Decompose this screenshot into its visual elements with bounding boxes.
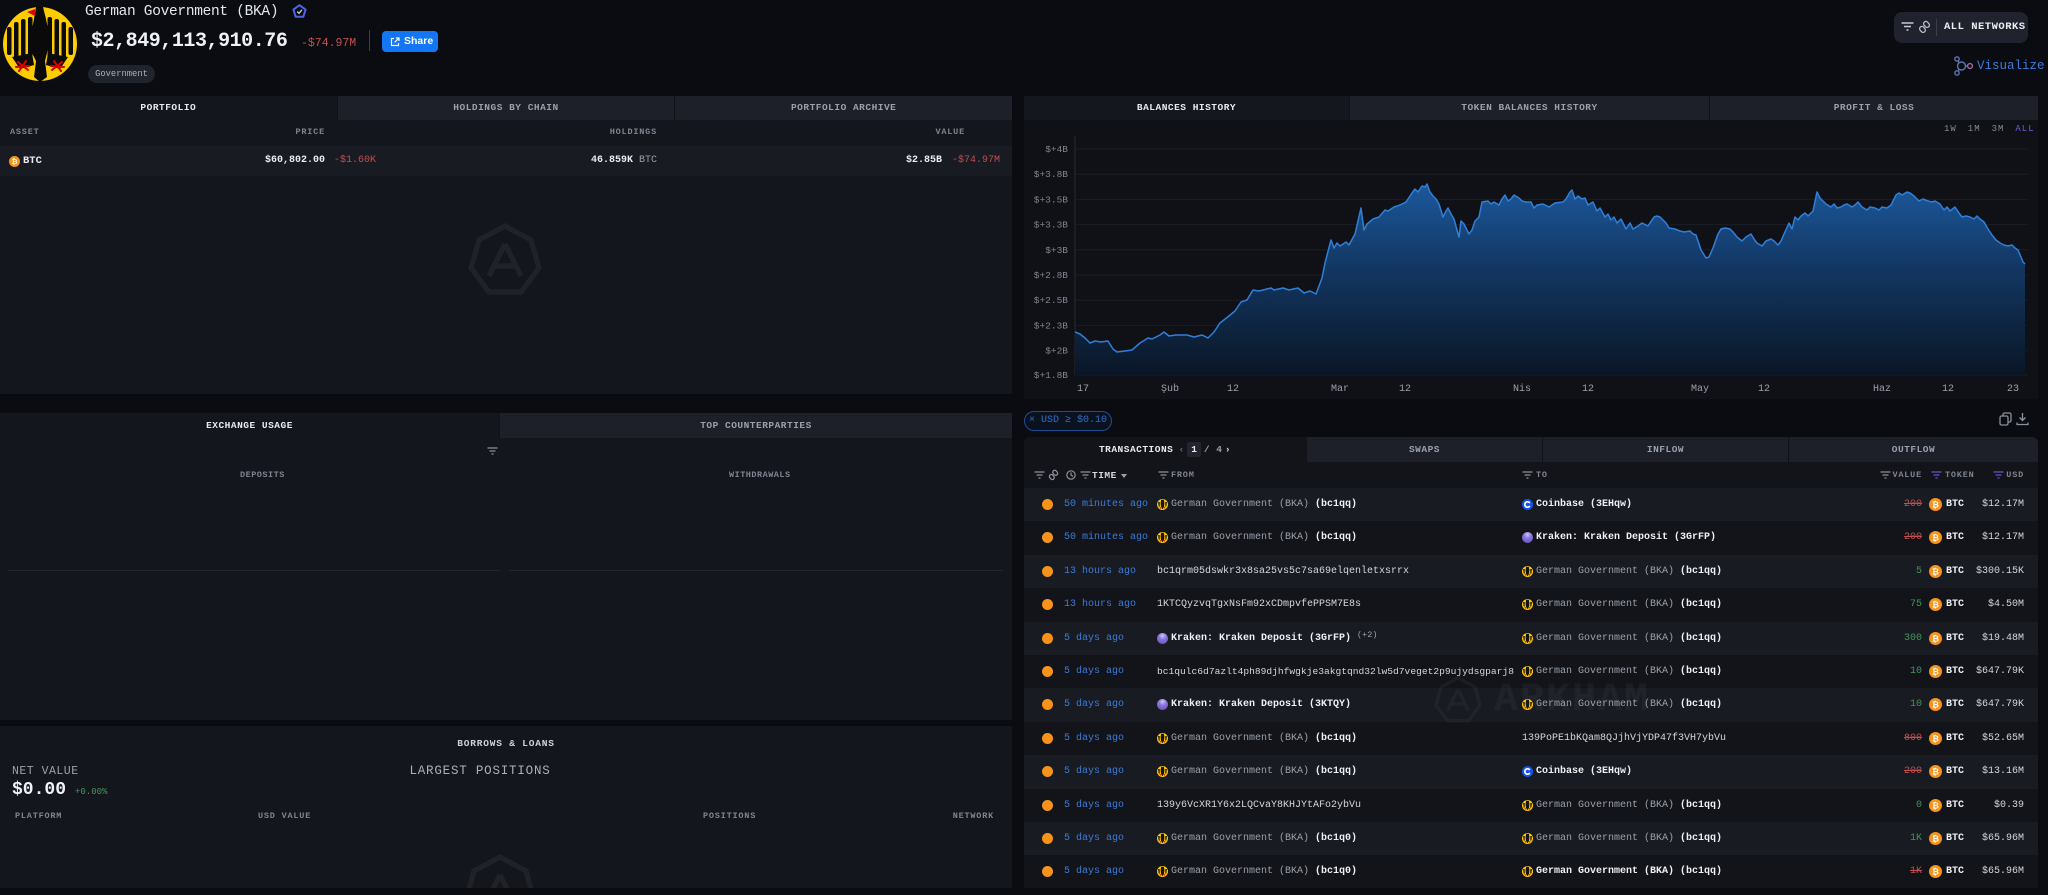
svg-text:17: 17 xyxy=(1077,384,1089,395)
svg-text:$+4B: $+4B xyxy=(1045,144,1068,155)
svg-text:12: 12 xyxy=(1582,384,1594,395)
svg-text:Şub: Şub xyxy=(1161,383,1179,395)
svg-text:$+1.8B: $+1.8B xyxy=(1034,370,1069,381)
svg-text:$+3.3B: $+3.3B xyxy=(1034,220,1069,231)
svg-text:12: 12 xyxy=(1758,384,1770,395)
svg-text:12: 12 xyxy=(1399,384,1411,395)
svg-text:Haz: Haz xyxy=(1873,384,1891,395)
svg-text:$+3B: $+3B xyxy=(1045,245,1068,256)
svg-text:$+2.5B: $+2.5B xyxy=(1034,295,1069,306)
svg-text:Mar: Mar xyxy=(1331,384,1349,395)
svg-text:$+2.8B: $+2.8B xyxy=(1034,270,1069,281)
svg-text:23: 23 xyxy=(2007,384,2019,395)
svg-text:12: 12 xyxy=(1227,384,1239,395)
svg-text:12: 12 xyxy=(1942,384,1954,395)
svg-text:$+2.3B: $+2.3B xyxy=(1034,320,1069,331)
svg-text:₿: ₿ xyxy=(12,157,18,166)
svg-text:May: May xyxy=(1691,384,1709,395)
svg-text:$+2B: $+2B xyxy=(1045,346,1068,357)
svg-text:$+3.8B: $+3.8B xyxy=(1034,169,1069,180)
svg-text:Nis: Nis xyxy=(1513,383,1531,395)
svg-text:$+3.5B: $+3.5B xyxy=(1034,194,1069,205)
